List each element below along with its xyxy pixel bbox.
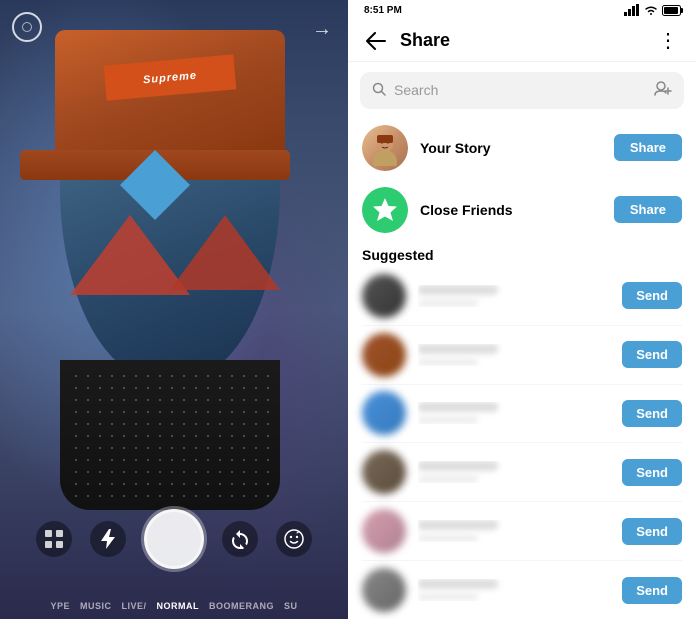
more-options-button[interactable]: ⋮: [652, 25, 684, 57]
mode-boomerang[interactable]: BOOMERANG: [209, 601, 274, 611]
search-container: Search: [348, 62, 696, 117]
user-info: [418, 344, 610, 366]
your-story-avatar: [362, 125, 408, 171]
user-info: [418, 579, 610, 601]
user-name-blur: [418, 579, 498, 589]
avatar: [362, 391, 406, 435]
status-bar: 8:51 PM: [348, 0, 696, 21]
user-name-blur: [418, 402, 498, 412]
list-item: Send: [348, 561, 696, 619]
add-people-icon[interactable]: [654, 80, 672, 101]
hat-label: Supreme: [104, 54, 237, 100]
list-item: Send: [348, 267, 696, 325]
avatar: [362, 333, 406, 377]
mode-type: YPE: [50, 601, 70, 611]
shirt-dots: [70, 370, 270, 500]
flip-camera-button[interactable]: [222, 521, 258, 557]
close-friends-label: Close Friends: [420, 202, 602, 218]
share-header: Share ⋮: [348, 21, 696, 62]
camera-controls: [0, 509, 348, 569]
send-button[interactable]: Send: [622, 282, 682, 309]
send-button[interactable]: Send: [622, 341, 682, 368]
gallery-button[interactable]: [36, 521, 72, 557]
share-panel: 8:51 PM: [348, 0, 696, 619]
avatar: [362, 568, 406, 612]
ar-triangle-right: [170, 215, 280, 290]
user-info: [418, 402, 610, 424]
status-icons: [624, 4, 684, 16]
shutter-button[interactable]: [144, 509, 204, 569]
your-story-item: Your Story Share: [348, 117, 696, 179]
flash-circle-icon[interactable]: [12, 12, 42, 42]
suggested-label: Suggested: [348, 241, 696, 267]
back-button[interactable]: [360, 25, 392, 57]
search-icon: [372, 82, 386, 99]
close-friends-image: [362, 187, 408, 233]
battery-icon: [662, 5, 684, 16]
list-item: Send: [348, 502, 696, 560]
mode-normal[interactable]: NORMAL: [157, 601, 200, 611]
ar-face-container: Supreme: [40, 60, 300, 440]
search-placeholder[interactable]: Search: [394, 82, 646, 98]
user-name-blur: [418, 520, 498, 530]
effects-button[interactable]: [276, 521, 312, 557]
user-sub-blur: [418, 475, 478, 483]
avatar: [362, 509, 406, 553]
signal-icon: [624, 4, 640, 16]
user-sub-blur: [418, 534, 478, 542]
user-name-blur: [418, 461, 498, 471]
your-story-share-button[interactable]: Share: [614, 134, 682, 161]
close-friends-avatar: [362, 187, 408, 233]
send-button[interactable]: Send: [622, 577, 682, 604]
user-name-blur: [418, 285, 498, 295]
user-sub-blur: [418, 416, 478, 424]
user-sub-blur: [418, 593, 478, 601]
status-time: 8:51 PM: [360, 5, 402, 16]
user-info: [418, 285, 610, 307]
avatar: [362, 450, 406, 494]
send-button[interactable]: Send: [622, 400, 682, 427]
user-info: [418, 461, 610, 483]
list-item: Send: [348, 443, 696, 501]
your-story-label: Your Story: [420, 140, 602, 156]
user-sub-blur: [418, 299, 478, 307]
mode-live[interactable]: LIVE/: [121, 601, 146, 611]
flash-button[interactable]: [90, 521, 126, 557]
user-sub-blur: [418, 358, 478, 366]
list-item: Send: [348, 326, 696, 384]
your-story-image: [362, 125, 408, 171]
ar-hat: Supreme: [55, 30, 285, 150]
mode-music[interactable]: MUSIC: [80, 601, 112, 611]
send-button[interactable]: Send: [622, 518, 682, 545]
camera-panel: Supreme →: [0, 0, 348, 619]
forward-icon[interactable]: →: [312, 18, 332, 41]
mode-bar: YPE MUSIC LIVE/ NORMAL BOOMERANG SU: [0, 601, 348, 611]
close-friends-item: Close Friends Share: [348, 179, 696, 241]
list-item: Send: [348, 384, 696, 442]
avatar: [362, 274, 406, 318]
send-button[interactable]: Send: [622, 459, 682, 486]
search-bar[interactable]: Search: [360, 72, 684, 109]
user-name-blur: [418, 344, 498, 354]
wifi-icon: [644, 4, 658, 16]
mode-su: SU: [284, 601, 298, 611]
close-friends-share-button[interactable]: Share: [614, 196, 682, 223]
user-info: [418, 520, 610, 542]
share-title: Share: [392, 30, 652, 51]
